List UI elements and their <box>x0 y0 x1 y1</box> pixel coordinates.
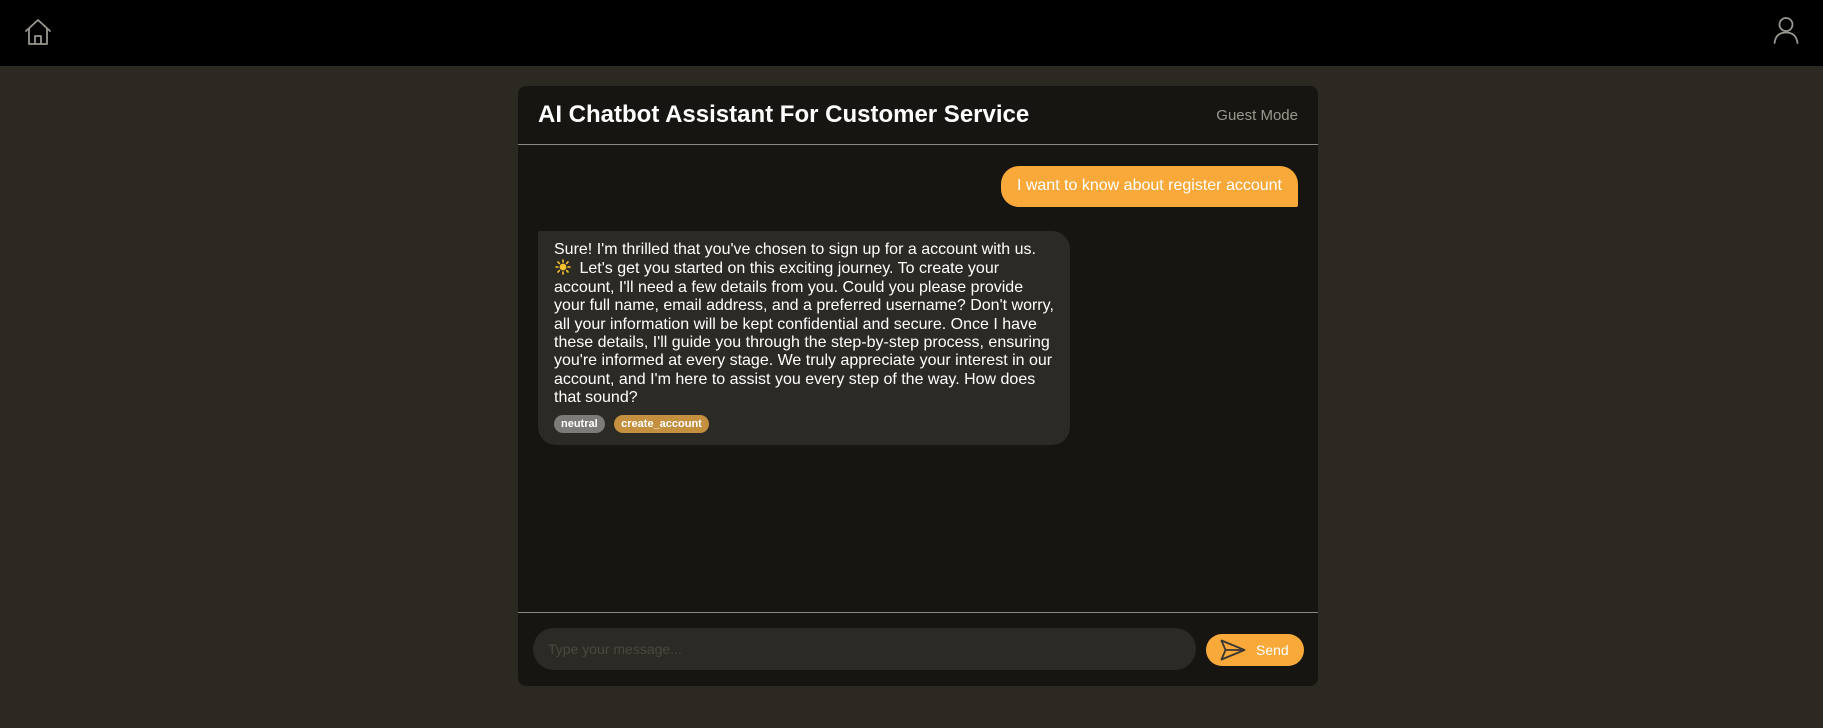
intent-badge: create_account <box>614 414 709 433</box>
send-icon <box>1220 639 1246 661</box>
message-list: I want to know about register account Su… <box>518 145 1318 611</box>
top-navbar <box>0 0 1823 66</box>
bot-message-text-continued: Let's get you started on this exciting j… <box>554 260 1054 407</box>
home-icon <box>25 19 51 45</box>
bot-message-text: Sure! I'm thrilled that you've chosen to… <box>554 241 1036 258</box>
sun-icon <box>555 259 571 276</box>
bot-message: Sure! I'm thrilled that you've chosen to… <box>538 231 1070 445</box>
user-profile-button[interactable] <box>1771 15 1801 45</box>
chat-panel: AI Chatbot Assistant For Customer Servic… <box>518 86 1318 686</box>
message-input[interactable] <box>533 628 1196 670</box>
send-button[interactable]: Send <box>1206 634 1304 666</box>
message-composer: Send <box>518 612 1318 686</box>
guest-mode-label: Guest Mode <box>1216 107 1298 124</box>
sentiment-badge: neutral <box>554 414 605 433</box>
page-title: AI Chatbot Assistant For Customer Servic… <box>538 101 1030 128</box>
user-message: I want to know about register account <box>1000 166 1298 207</box>
user-icon <box>1773 17 1799 44</box>
message-tags: neutral create_account <box>554 414 1054 433</box>
home-button[interactable] <box>23 17 53 47</box>
send-label: Send <box>1256 642 1289 658</box>
chat-header: AI Chatbot Assistant For Customer Servic… <box>518 86 1318 145</box>
